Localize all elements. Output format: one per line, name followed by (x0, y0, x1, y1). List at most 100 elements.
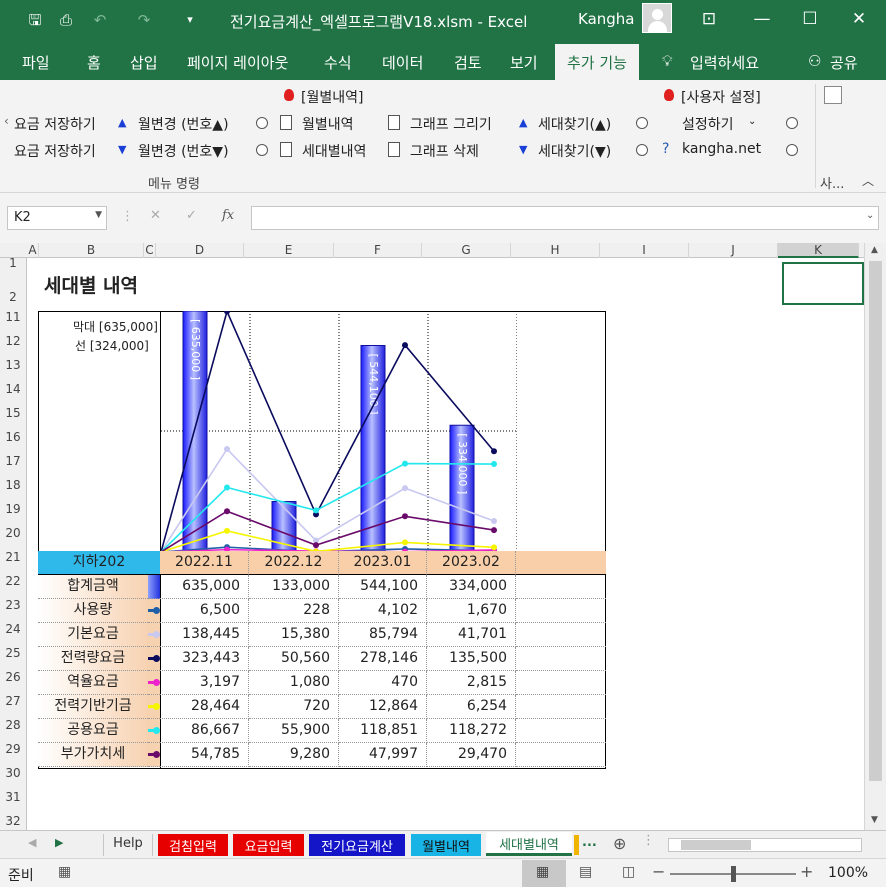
next-sheet-icon[interactable]: ▶ (55, 836, 63, 849)
row-header-1[interactable]: 1 (0, 256, 26, 270)
undo-icon[interactable]: ↶ (90, 10, 110, 30)
enter-icon[interactable]: ✓ (186, 208, 197, 223)
function-icon[interactable]: fx (222, 208, 234, 223)
avatar[interactable] (642, 3, 672, 33)
zoom-in-icon[interactable]: + (800, 862, 813, 881)
save-fee-button-2[interactable]: 요금 저장하기 (14, 141, 96, 161)
expand-formula-icon[interactable]: ⌄ (866, 210, 874, 221)
share-button[interactable]: 공유 (830, 52, 858, 73)
month-down-button[interactable]: 월변경 (번호▼) (138, 141, 229, 161)
row-header-11[interactable]: 11 (0, 310, 26, 324)
zoom-out-icon[interactable]: − (652, 862, 665, 881)
value-cell[interactable]: 720 (249, 695, 339, 719)
radio-icon[interactable] (256, 117, 268, 133)
maximize-icon[interactable]: ☐ (798, 8, 822, 30)
value-cell[interactable]: 55,900 (249, 719, 339, 743)
value-cell[interactable]: 323,443 (160, 647, 249, 671)
scroll-thumb[interactable] (869, 261, 882, 781)
value-cell[interactable]: 54,785 (160, 743, 249, 767)
site-link[interactable]: kangha.net (682, 141, 761, 157)
radio-icon[interactable] (786, 117, 798, 133)
value-cell[interactable]: 334,000 (427, 575, 516, 599)
household-button[interactable]: 세대별내역 (302, 141, 366, 161)
sheet-tab[interactable]: 검침입력 (158, 834, 228, 856)
cancel-icon[interactable]: ✕ (150, 208, 161, 223)
value-cell[interactable]: 1,670 (427, 599, 516, 623)
find-up-button[interactable]: 세대찾기(▲) (538, 114, 611, 134)
row-header-14[interactable]: 14 (0, 382, 26, 396)
save-icon[interactable]: 🖫 (25, 10, 45, 30)
zoom-level[interactable]: 100% (828, 865, 868, 881)
macro-record-icon[interactable]: ▦ (58, 864, 71, 880)
tab-home[interactable]: 홈 (87, 52, 101, 73)
value-cell[interactable]: 1,080 (249, 671, 339, 695)
tab-data[interactable]: 데이터 (382, 52, 423, 73)
tab-file[interactable]: 파일 (22, 52, 50, 73)
value-cell[interactable]: 544,100 (339, 575, 427, 599)
add-sheet-icon[interactable]: ⊕ (613, 834, 626, 853)
empty-cell[interactable] (516, 575, 606, 599)
value-cell[interactable]: 278,146 (339, 647, 427, 671)
user-name[interactable]: Kangha (578, 10, 635, 28)
row-header-22[interactable]: 22 (0, 574, 26, 588)
grid-icon[interactable] (824, 86, 842, 104)
value-cell[interactable]: 470 (339, 671, 427, 695)
column-header-g[interactable]: G (422, 243, 511, 258)
sheet-tab[interactable]: 요금입력 (233, 834, 304, 856)
column-header-d[interactable]: D (156, 243, 244, 258)
find-down-button[interactable]: 세대찾기(▼) (538, 141, 611, 161)
page-break-icon[interactable]: ◫ (622, 864, 635, 880)
radio-icon[interactable] (636, 117, 648, 133)
column-header-f[interactable]: F (334, 243, 422, 258)
value-cell[interactable]: 118,851 (339, 719, 427, 743)
row-label-cell[interactable]: 부가가치세 (38, 743, 148, 767)
graph-draw-button[interactable]: 그래프 그리기 (410, 114, 492, 134)
customize-toolbar-icon[interactable]: ▾ (180, 10, 200, 30)
value-cell[interactable]: 135,500 (427, 647, 516, 671)
value-cell[interactable]: 9,280 (249, 743, 339, 767)
dropdown-icon[interactable]: ▼ (95, 210, 102, 220)
sheet-tab[interactable]: 전기요금계산 (309, 834, 405, 856)
row-header-16[interactable]: 16 (0, 430, 26, 444)
row-label-cell[interactable]: 전력기반기금 (38, 695, 148, 719)
value-cell[interactable]: 2,815 (427, 671, 516, 695)
row-header-12[interactable]: 12 (0, 334, 26, 348)
empty-cell[interactable] (516, 671, 606, 695)
row-header-26[interactable]: 26 (0, 670, 26, 684)
formula-input[interactable] (251, 206, 879, 230)
row-header-19[interactable]: 19 (0, 502, 26, 516)
tab-page-layout[interactable]: 페이지 레이아웃 (187, 52, 288, 73)
month-up-button[interactable]: 월변경 (번호▲) (138, 114, 229, 134)
row-header-30[interactable]: 30 (0, 766, 26, 780)
row-label-cell[interactable]: 기본요금 (38, 623, 148, 647)
name-box[interactable]: K2 ▼ (7, 206, 107, 230)
value-cell[interactable]: 47,997 (339, 743, 427, 767)
value-cell[interactable]: 86,667 (160, 719, 249, 743)
value-cell[interactable]: 12,864 (339, 695, 427, 719)
row-header-21[interactable]: 21 (0, 550, 26, 564)
row-header-2[interactable]: 2 (0, 290, 26, 304)
sheet-tab[interactable]: 세대별내역 (486, 832, 572, 856)
graph-delete-button[interactable]: 그래프 삭제 (410, 141, 479, 161)
value-cell[interactable]: 29,470 (427, 743, 516, 767)
horizontal-scrollbar[interactable] (668, 838, 862, 852)
save-fee-button-1[interactable]: 요금 저장하기 (14, 114, 96, 134)
row-label-cell[interactable]: 합계금액 (38, 575, 148, 599)
more-sheets-icon[interactable]: ... (582, 835, 597, 850)
radio-icon[interactable] (786, 144, 798, 160)
value-cell[interactable]: 15,380 (249, 623, 339, 647)
radio-icon[interactable] (636, 144, 648, 160)
empty-cell[interactable] (516, 743, 606, 767)
settings-button[interactable]: 설정하기 (682, 114, 734, 134)
value-cell[interactable]: 41,701 (427, 623, 516, 647)
value-cell[interactable]: 6,500 (160, 599, 249, 623)
tab-view[interactable]: 보기 (510, 52, 538, 73)
vertical-scrollbar[interactable]: ▲ ▼ (864, 243, 886, 830)
month-header-cell[interactable]: 2023.01 (339, 551, 427, 575)
value-cell[interactable]: 138,445 (160, 623, 249, 647)
close-icon[interactable]: ✕ (847, 8, 871, 30)
empty-cell[interactable] (516, 719, 606, 743)
row-header-15[interactable]: 15 (0, 406, 26, 420)
scroll-down-icon[interactable]: ▼ (871, 815, 878, 825)
tab-formulas[interactable]: 수식 (324, 52, 352, 73)
